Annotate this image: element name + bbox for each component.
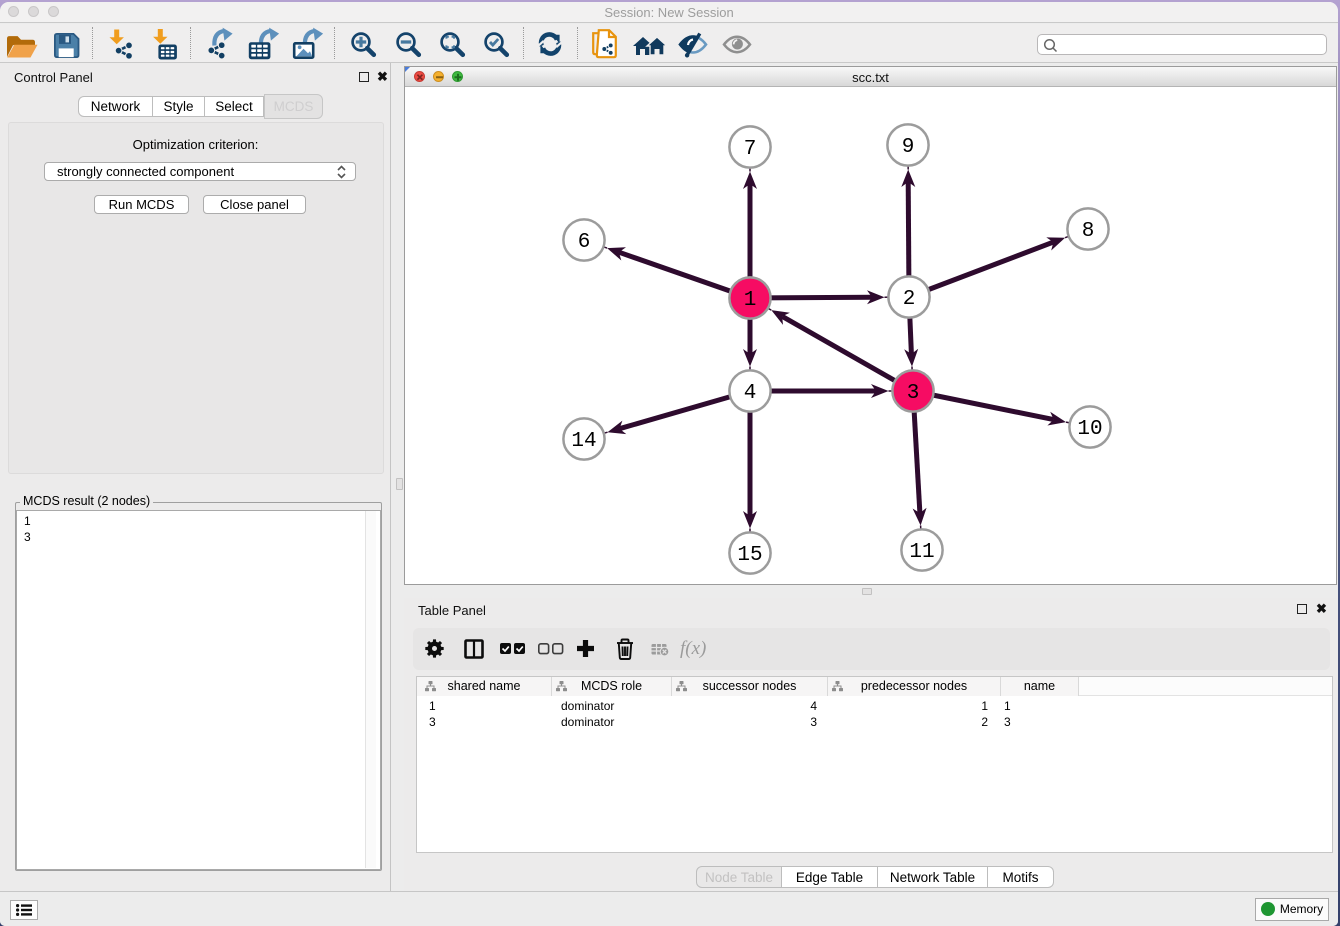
svg-text:3: 3 — [907, 382, 920, 405]
svg-text:2: 2 — [903, 288, 916, 311]
svg-text:14: 14 — [571, 430, 596, 453]
svg-text:15: 15 — [737, 544, 762, 567]
svg-text:9: 9 — [902, 136, 915, 159]
svg-text:f(x): f(x) — [680, 638, 706, 659]
svg-text:10: 10 — [1077, 418, 1102, 441]
svg-text:4: 4 — [744, 382, 757, 405]
svg-text:1: 1 — [744, 289, 757, 312]
svg-text:8: 8 — [1082, 220, 1095, 243]
svg-text:11: 11 — [909, 541, 934, 564]
svg-text:7: 7 — [744, 138, 757, 161]
svg-text:6: 6 — [578, 231, 591, 254]
